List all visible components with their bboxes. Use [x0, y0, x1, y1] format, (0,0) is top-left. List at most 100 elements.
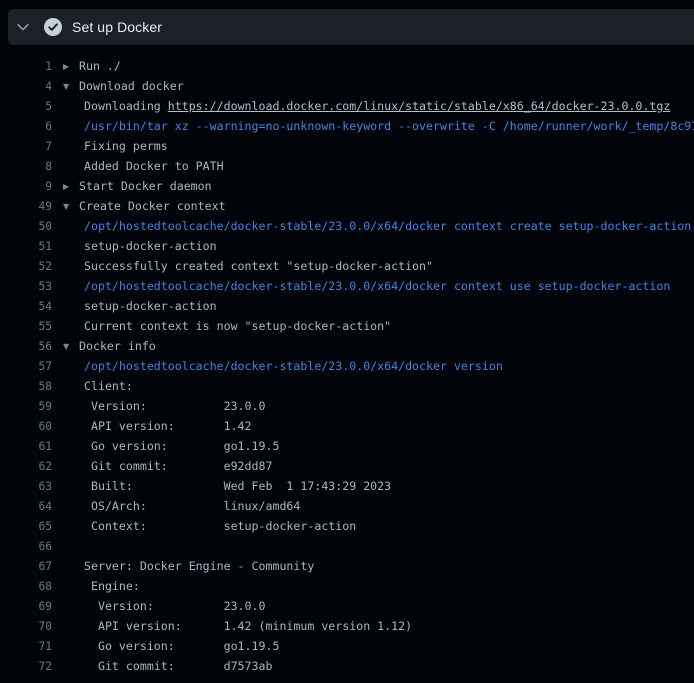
- log-line: 68 Engine:: [0, 576, 694, 596]
- line-number[interactable]: 8: [8, 160, 52, 173]
- log-text-segment: Context: setup-docker-action: [84, 519, 356, 533]
- line-number[interactable]: 58: [8, 380, 52, 393]
- line-number[interactable]: 59: [8, 400, 52, 413]
- log-text-segment: Engine:: [84, 579, 140, 593]
- step-header[interactable]: Set up Docker: [8, 9, 694, 45]
- line-number[interactable]: 66: [8, 540, 52, 553]
- log-line: 55 Current context is now "setup-docker-a…: [0, 316, 694, 336]
- log-text-segment: /usr/bin/tar xz --warning=no-unknown-key…: [84, 119, 694, 133]
- line-number[interactable]: 65: [8, 520, 52, 533]
- line-number[interactable]: 51: [8, 240, 52, 253]
- log-line: 51 setup-docker-action: [0, 236, 694, 256]
- log-text-segment: /opt/hostedtoolcache/docker-stable/23.0.…: [84, 279, 670, 293]
- group-title[interactable]: Create Docker context: [79, 199, 226, 213]
- group-title[interactable]: Start Docker daemon: [79, 179, 212, 193]
- log-line: 7 Fixing perms: [0, 136, 694, 156]
- log-text-segment: Built: Wed Feb 1 17:43:29 2023: [84, 479, 391, 493]
- line-number[interactable]: 61: [8, 440, 52, 453]
- log-text: Built: Wed Feb 1 17:43:29 2023: [84, 479, 391, 493]
- line-number[interactable]: 1: [8, 60, 52, 73]
- group-expand-icon[interactable]: ▶: [63, 62, 79, 71]
- line-number[interactable]: 55: [8, 320, 52, 333]
- log-line[interactable]: 1 ▶Run ./: [0, 56, 694, 76]
- log-line: 53/opt/hostedtoolcache/docker-stable/23.…: [0, 276, 694, 296]
- line-number[interactable]: 71: [8, 640, 52, 653]
- log-text: Go version: go1.19.5: [84, 439, 279, 453]
- chevron-down-icon[interactable]: [8, 9, 38, 45]
- log-text: Current context is now "setup-docker-act…: [84, 319, 391, 333]
- log-text-segment: OS/Arch: linux/amd64: [84, 499, 300, 513]
- log-text-segment: Fixing perms: [84, 139, 168, 153]
- line-number[interactable]: 6: [8, 120, 52, 133]
- log-line: 69 Version: 23.0.0: [0, 596, 694, 616]
- log-text-segment: Git commit: d7573ab: [84, 659, 272, 673]
- log-text-segment: Current context is now "setup-docker-act…: [84, 319, 391, 333]
- log-text-segment: Go version: go1.19.5: [84, 639, 279, 653]
- group-collapse-icon[interactable]: ▼: [63, 202, 79, 211]
- line-number[interactable]: 54: [8, 300, 52, 313]
- line-number[interactable]: 5: [8, 100, 52, 113]
- log-text: OS/Arch: linux/amd64: [84, 499, 300, 513]
- line-number[interactable]: 53: [8, 280, 52, 293]
- log-line: 66: [0, 536, 694, 556]
- group-collapse-icon[interactable]: ▼: [63, 342, 79, 351]
- line-number[interactable]: 50: [8, 220, 52, 233]
- log-link[interactable]: https://download.docker.com/linux/static…: [168, 99, 671, 113]
- log-text-segment: Git commit: e92dd87: [84, 459, 272, 473]
- group-title[interactable]: Download docker: [79, 79, 184, 93]
- line-number[interactable]: 49: [8, 200, 52, 213]
- log-text-segment: setup-docker-action: [84, 239, 217, 253]
- line-number[interactable]: 60: [8, 420, 52, 433]
- line-number[interactable]: 52: [8, 260, 52, 273]
- log-text-segment: setup-docker-action: [84, 299, 217, 313]
- line-number[interactable]: 7: [8, 140, 52, 153]
- log-line: 70 API version: 1.42 (minimum version 1.…: [0, 616, 694, 636]
- log-line[interactable]: 49 ▼Create Docker context: [0, 196, 694, 216]
- group-collapse-icon[interactable]: ▼: [63, 82, 79, 91]
- log-line[interactable]: 9 ▶Start Docker daemon: [0, 176, 694, 196]
- log-line: 72 Git commit: d7573ab: [0, 656, 694, 676]
- log-line: 63 Built: Wed Feb 1 17:43:29 2023: [0, 476, 694, 496]
- group-title[interactable]: Docker info: [79, 339, 156, 353]
- log-text: /usr/bin/tar xz --warning=no-unknown-key…: [84, 119, 694, 133]
- log-line: 61 Go version: go1.19.5: [0, 436, 694, 456]
- log-text: Engine:: [84, 579, 140, 593]
- log-text: Git commit: e92dd87: [84, 459, 272, 473]
- line-number[interactable]: 9: [8, 180, 52, 193]
- log-text-segment: /opt/hostedtoolcache/docker-stable/23.0.…: [84, 359, 503, 373]
- log-text: Git commit: d7573ab: [84, 659, 272, 673]
- log-line[interactable]: 56 ▼Docker info: [0, 336, 694, 356]
- log-text: setup-docker-action: [84, 239, 217, 253]
- log-line: 52 Successfully created context "setup-do…: [0, 256, 694, 276]
- line-number[interactable]: 67: [8, 560, 52, 573]
- line-number[interactable]: 70: [8, 620, 52, 633]
- line-number[interactable]: 64: [8, 500, 52, 513]
- line-number[interactable]: 4: [8, 80, 52, 93]
- group-title[interactable]: Run ./: [79, 59, 121, 73]
- log-line: 8Added Docker to PATH: [0, 156, 694, 176]
- line-number[interactable]: 69: [8, 600, 52, 613]
- log-text-segment: API version: 1.42: [84, 419, 252, 433]
- log-text-segment: API version: 1.42 (minimum version 1.12): [84, 619, 412, 633]
- log-text: /opt/hostedtoolcache/docker-stable/23.0.…: [84, 359, 503, 373]
- log-text-segment: Successfully created context "setup-dock…: [84, 259, 433, 273]
- log-text-segment: Server: Docker Engine - Community: [84, 559, 314, 573]
- line-number[interactable]: 62: [8, 460, 52, 473]
- log-line: 71 Go version: go1.19.5: [0, 636, 694, 656]
- log-text-segment: Version: 23.0.0: [84, 399, 265, 413]
- line-number[interactable]: 68: [8, 580, 52, 593]
- log-text: Go version: go1.19.5: [84, 639, 279, 653]
- log-text-segment: Client:: [84, 379, 133, 393]
- log-lines: 1▶Run ./4▼Download docker5Downloading ht…: [0, 45, 694, 683]
- log-line: 6/usr/bin/tar xz --warning=no-unknown-ke…: [0, 116, 694, 136]
- line-number[interactable]: 63: [8, 480, 52, 493]
- line-number[interactable]: 56: [8, 340, 52, 353]
- log-line: 5 Downloading https://download.docker.com…: [0, 96, 694, 116]
- group-expand-icon[interactable]: ▶: [63, 182, 79, 191]
- line-number[interactable]: 57: [8, 360, 52, 373]
- log-text-segment: Downloading: [84, 99, 168, 113]
- log-text-segment: Go version: go1.19.5: [84, 439, 279, 453]
- step-title: Set up Docker: [72, 19, 162, 35]
- log-line[interactable]: 4 ▼Download docker: [0, 76, 694, 96]
- line-number[interactable]: 72: [8, 660, 52, 673]
